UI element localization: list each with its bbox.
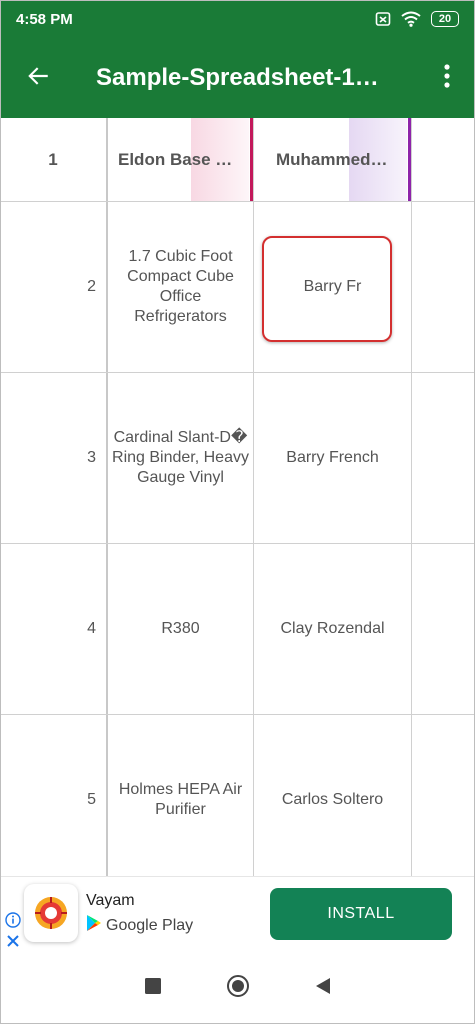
home-circle-icon [226, 974, 250, 1003]
status-icons: 20 [375, 11, 459, 27]
row-number: 4 [87, 620, 96, 637]
column-resize-handle[interactable] [408, 118, 411, 201]
column-resize-handle[interactable] [250, 118, 253, 201]
status-time: 4:58 PM [16, 10, 73, 28]
row-number-cell[interactable]: 4 [0, 544, 108, 714]
cell-text: 1.7 Cubic Foot Compact Cube Office Refri… [127, 248, 234, 325]
row-number: 2 [87, 278, 96, 295]
spreadsheet-grid[interactable]: 1 Eldon Base … Muhammed… 2 1.7 Cubic Foo… [0, 118, 475, 876]
row-number-cell[interactable]: 1 [0, 118, 108, 201]
row-number: 5 [87, 791, 96, 808]
status-bar: 4:58 PM 20 [0, 0, 475, 38]
table-cell[interactable]: Barry French [254, 373, 412, 543]
table-cell[interactable] [412, 373, 475, 543]
table-row: 3 Cardinal Slant-D� Ring Binder, Heavy G… [0, 373, 475, 544]
row-number-cell[interactable]: 3 [0, 373, 108, 543]
ad-app-name: Vayam [86, 892, 135, 909]
row-number-cell[interactable]: 5 [0, 715, 108, 876]
cell-text: Cardinal Slant-D� Ring Binder, Heavy Gau… [112, 429, 249, 486]
cell-text: Holmes HEPA Air Purifier [118, 781, 243, 818]
recents-button[interactable] [133, 968, 173, 1008]
app-bar: Sample-Spreadsheet-1… [0, 38, 475, 118]
cell-text: Clay Rozendal [280, 620, 385, 637]
wifi-icon [401, 11, 421, 27]
column-header-cell[interactable] [412, 118, 475, 201]
header-row: 1 Eldon Base … Muhammed… [0, 118, 475, 202]
table-cell[interactable]: Barry Fr [254, 202, 412, 372]
table-cell[interactable] [412, 544, 475, 714]
table-cell[interactable] [412, 202, 475, 372]
more-vert-icon [443, 63, 451, 94]
page-title: Sample-Spreadsheet-1… [96, 64, 379, 91]
cell-text: Barry Fr [303, 278, 362, 295]
back-triangle-icon [315, 977, 331, 1000]
column-header-label: Muhammed… [276, 149, 388, 169]
table-row: 2 1.7 Cubic Foot Compact Cube Office Ref… [0, 202, 475, 373]
recents-square-icon [144, 977, 161, 999]
column-header-cell[interactable]: Eldon Base … [108, 118, 254, 201]
back-arrow-icon [25, 63, 51, 94]
table-cell[interactable] [412, 715, 475, 876]
battery-level: 20 [438, 13, 452, 25]
column-header-cell[interactable]: Muhammed… [254, 118, 412, 201]
vayam-logo-icon [35, 897, 67, 929]
app-logo[interactable] [24, 884, 78, 942]
system-nav-bar [0, 952, 475, 1024]
table-cell[interactable]: Cardinal Slant-D� Ring Binder, Heavy Gau… [108, 373, 254, 543]
info-icon[interactable] [5, 912, 21, 928]
sim-off-icon [375, 11, 391, 27]
home-button[interactable] [218, 968, 258, 1008]
store-label: Google Play [106, 916, 194, 934]
back-nav-button[interactable] [303, 968, 343, 1008]
table-cell[interactable]: 1.7 Cubic Foot Compact Cube Office Refri… [108, 202, 254, 372]
store-badge: Google Play [86, 914, 193, 937]
row-number: 1 [48, 149, 58, 169]
table-row: 5 Holmes HEPA Air Purifier Carlos Solter… [0, 715, 475, 876]
table-cell[interactable]: R380 [108, 544, 254, 714]
cell-text: Barry French [286, 449, 379, 466]
install-button[interactable]: INSTALL [270, 888, 452, 940]
close-icon[interactable] [6, 934, 20, 948]
google-play-icon [86, 914, 102, 937]
table-cell[interactable]: Carlos Soltero [254, 715, 412, 876]
table-cell[interactable]: Holmes HEPA Air Purifier [108, 715, 254, 876]
back-button[interactable] [0, 38, 76, 118]
column-header-label: Eldon Base … [118, 149, 233, 169]
row-number-cell[interactable]: 2 [0, 202, 108, 372]
table-row: 4 R380 Clay Rozendal [0, 544, 475, 715]
cell-text: Carlos Soltero [281, 791, 384, 808]
battery-icon: 20 [431, 11, 459, 27]
more-options-button[interactable] [419, 38, 475, 118]
row-number: 3 [87, 449, 96, 466]
cell-text: R380 [161, 620, 200, 637]
table-cell[interactable]: Clay Rozendal [254, 544, 412, 714]
